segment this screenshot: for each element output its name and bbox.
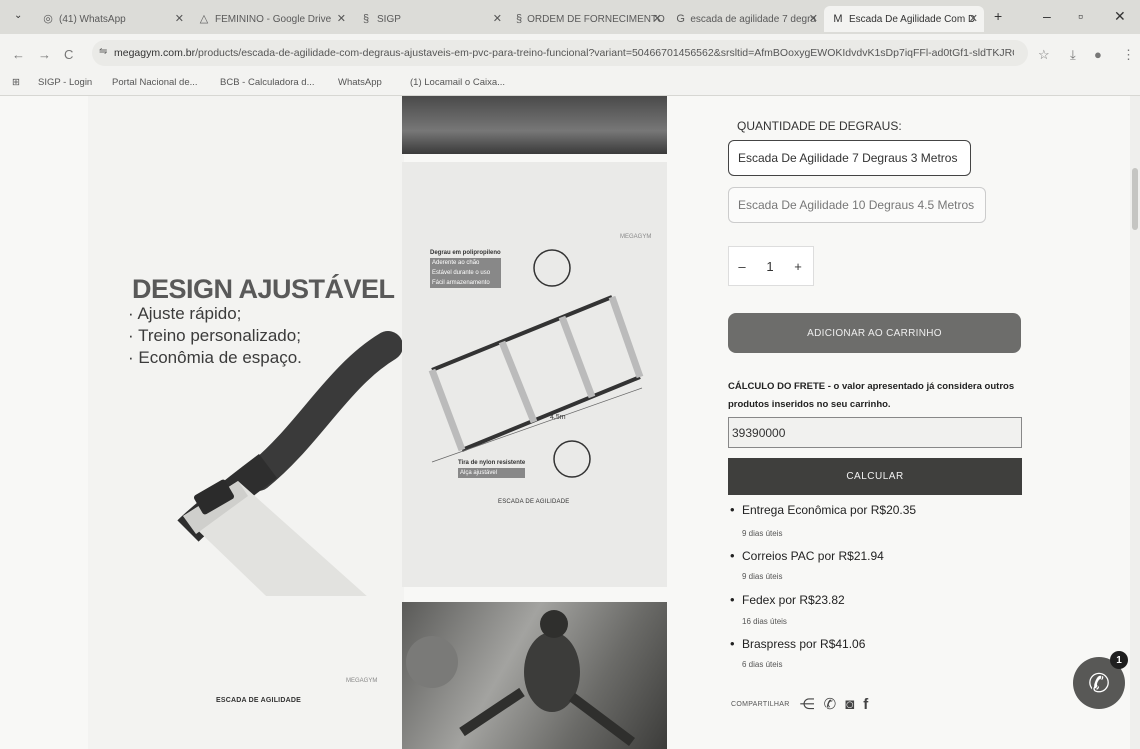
close-icon[interactable]: ✕ <box>175 12 184 25</box>
feature-title: DESIGN AJUSTÁVEL <box>132 274 395 304</box>
sigp-icon: § <box>362 13 370 25</box>
variant-option-10-degraus[interactable]: Escada De Agilidade 10 Degraus 4.5 Metro… <box>728 187 986 223</box>
minimize-button[interactable]: – <box>1043 8 1051 24</box>
bookmark-item[interactable]: (1) Locamail o Caixa... <box>410 77 505 88</box>
download-icon[interactable]: ⤓ <box>1070 47 1076 63</box>
whatsapp-icon: ✆ <box>1088 667 1110 698</box>
tab-whatsapp[interactable]: ◎ (41) WhatsApp ✕ <box>34 6 190 32</box>
product-page: DESIGN AJUSTÁVEL · Ajuste rápido; · Trei… <box>0 96 1140 749</box>
tab-sigp[interactable]: § SIGP ✕ <box>352 6 508 32</box>
diagram-labels: Degrau em polipropileno Aderente ao chão… <box>430 250 501 288</box>
brand-mark: MEGAGYM <box>346 678 378 684</box>
shipping-days: 16 dias úteis <box>742 617 787 626</box>
share-icon[interactable]: ⋲ <box>800 695 815 713</box>
close-window-button[interactable]: ✕ <box>1114 8 1126 25</box>
close-icon[interactable]: ✕ <box>653 12 662 25</box>
shipping-days: 9 dias úteis <box>742 572 783 581</box>
tab-ordem[interactable]: § ORDEM DE FORNECIMENTO ✕ <box>508 6 668 32</box>
ladder-diagram <box>428 249 644 478</box>
shipping-days: 9 dias úteis <box>742 529 783 538</box>
steps-label: QUANTIDADE DE DEGRAUS: <box>737 119 902 133</box>
tab-drive[interactable]: △ FEMININO - Google Drive ✕ <box>190 6 352 32</box>
notification-badge: 1 <box>1110 651 1128 669</box>
quantity-stepper: – 1 + <box>728 246 814 286</box>
brand-mark: MEGAGYM <box>620 234 652 240</box>
url-bar[interactable]: ⇋ megagym.com.br/products/escada-de-agil… <box>92 40 1028 66</box>
shipping-option: • Entrega Econômica por R$20.35 <box>730 502 917 517</box>
shipping-option: • Fedex por R$23.82 <box>730 592 845 607</box>
shipping-option: • Braspress por R$41.06 <box>730 636 866 651</box>
increase-button[interactable]: + <box>785 259 811 274</box>
reload-icon[interactable]: C <box>64 47 73 62</box>
bookmark-item[interactable]: WhatsApp <box>338 77 382 88</box>
decrease-button[interactable]: – <box>729 259 755 274</box>
close-icon[interactable]: ✕ <box>493 12 502 25</box>
address-bar-row: ← → C ⇋ megagym.com.br/products/escada-d… <box>0 34 1140 72</box>
bookmark-item[interactable]: SIGP - Login <box>38 77 92 88</box>
diagram-caption: ESCADA DE AGILIDADE <box>498 499 570 505</box>
whatsapp-share-icon[interactable]: ✆ <box>824 695 837 713</box>
close-icon[interactable]: ✕ <box>337 12 346 25</box>
product-image-runner[interactable] <box>402 602 667 749</box>
runner-photo <box>406 610 635 746</box>
tab-title: FEMININO - Google Drive <box>215 13 332 25</box>
tab-search-icon[interactable]: ⌄ <box>14 10 22 21</box>
profile-icon[interactable]: ● <box>1094 47 1102 62</box>
shipping-option: • Correios PAC por R$21.94 <box>730 548 884 563</box>
share-label: COMPARTILHAR <box>731 700 790 708</box>
calculate-button[interactable]: CALCULAR <box>728 458 1022 495</box>
whatsapp-icon: ◎ <box>43 13 53 25</box>
facebook-icon[interactable]: f <box>863 696 868 713</box>
add-to-cart-button[interactable]: ADICIONAR AO CARRINHO <box>728 313 1021 353</box>
site-info-icon[interactable]: ⇋ <box>99 46 107 57</box>
new-tab-button[interactable]: + <box>994 8 1002 24</box>
google-icon: G <box>676 13 685 25</box>
bookmark-star-icon[interactable]: ☆ <box>1038 47 1050 63</box>
cep-input[interactable]: 39390000 <box>728 417 1022 448</box>
tab-title: ORDEM DE FORNECIMENTO <box>527 13 665 25</box>
scrollbar-thumb[interactable] <box>1132 168 1138 230</box>
close-icon[interactable]: ✕ <box>969 12 978 25</box>
drive-icon: △ <box>199 13 209 25</box>
share-row: COMPARTILHAR ⋲ ✆ ◙ f <box>731 695 877 714</box>
close-icon[interactable]: ✕ <box>809 12 818 25</box>
url-text: megagym.com.br/products/escada-de-agilid… <box>114 47 1014 59</box>
tab-title: SIGP <box>377 13 401 25</box>
sigp-icon: § <box>516 13 523 25</box>
diagram-labels-bottom: Tira de nylon resistente Alça ajustável <box>458 460 526 478</box>
apps-icon[interactable]: ⊞ <box>12 77 20 88</box>
megagym-icon: M <box>833 13 843 25</box>
tab-google-search[interactable]: G escada de agilidade 7 degra ✕ <box>668 6 824 32</box>
browser-tab-bar: ⌄ ◎ (41) WhatsApp ✕ △ FEMININO - Google … <box>0 0 1140 34</box>
ladder-strap-image <box>177 331 403 596</box>
bookmark-item[interactable]: BCB - Calculadora d... <box>220 77 315 88</box>
tab-escada-active[interactable]: M Escada De Agilidade Com D ✕ <box>824 6 984 32</box>
bookmark-item[interactable]: Portal Nacional de... <box>112 77 198 88</box>
variant-option-7-degraus[interactable]: Escada De Agilidade 7 Degraus 3 Metros <box>728 140 971 176</box>
maximize-button[interactable]: ▫ <box>1078 8 1083 24</box>
bookmarks-bar: ⊞ SIGP - Login Portal Nacional de... BCB… <box>0 72 1140 96</box>
quantity-value[interactable]: 1 <box>755 259 785 274</box>
left-caption: ESCADA DE AGILIDADE <box>216 697 301 704</box>
shipping-title: CÁLCULO DO FRETE - o valor apresentado j… <box>728 381 1015 410</box>
tab-title: Escada De Agilidade Com D <box>849 13 976 25</box>
forward-icon[interactable]: → <box>38 47 51 62</box>
menu-icon[interactable]: ⋮ <box>1122 47 1135 63</box>
product-image-top[interactable] <box>402 96 667 154</box>
shipping-days: 6 dias úteis <box>742 660 783 669</box>
product-image-diagram[interactable]: MEGAGYM Degrau em polipropileno Aderente… <box>402 162 667 587</box>
tab-title: (41) WhatsApp <box>59 13 126 25</box>
tab-title: escada de agilidade 7 degra <box>690 13 816 25</box>
instagram-icon[interactable]: ◙ <box>845 696 854 713</box>
back-icon[interactable]: ← <box>12 47 25 62</box>
product-image-design[interactable]: DESIGN AJUSTÁVEL · Ajuste rápido; · Trei… <box>88 96 404 749</box>
diagram-measure: 4,5m <box>550 414 566 421</box>
